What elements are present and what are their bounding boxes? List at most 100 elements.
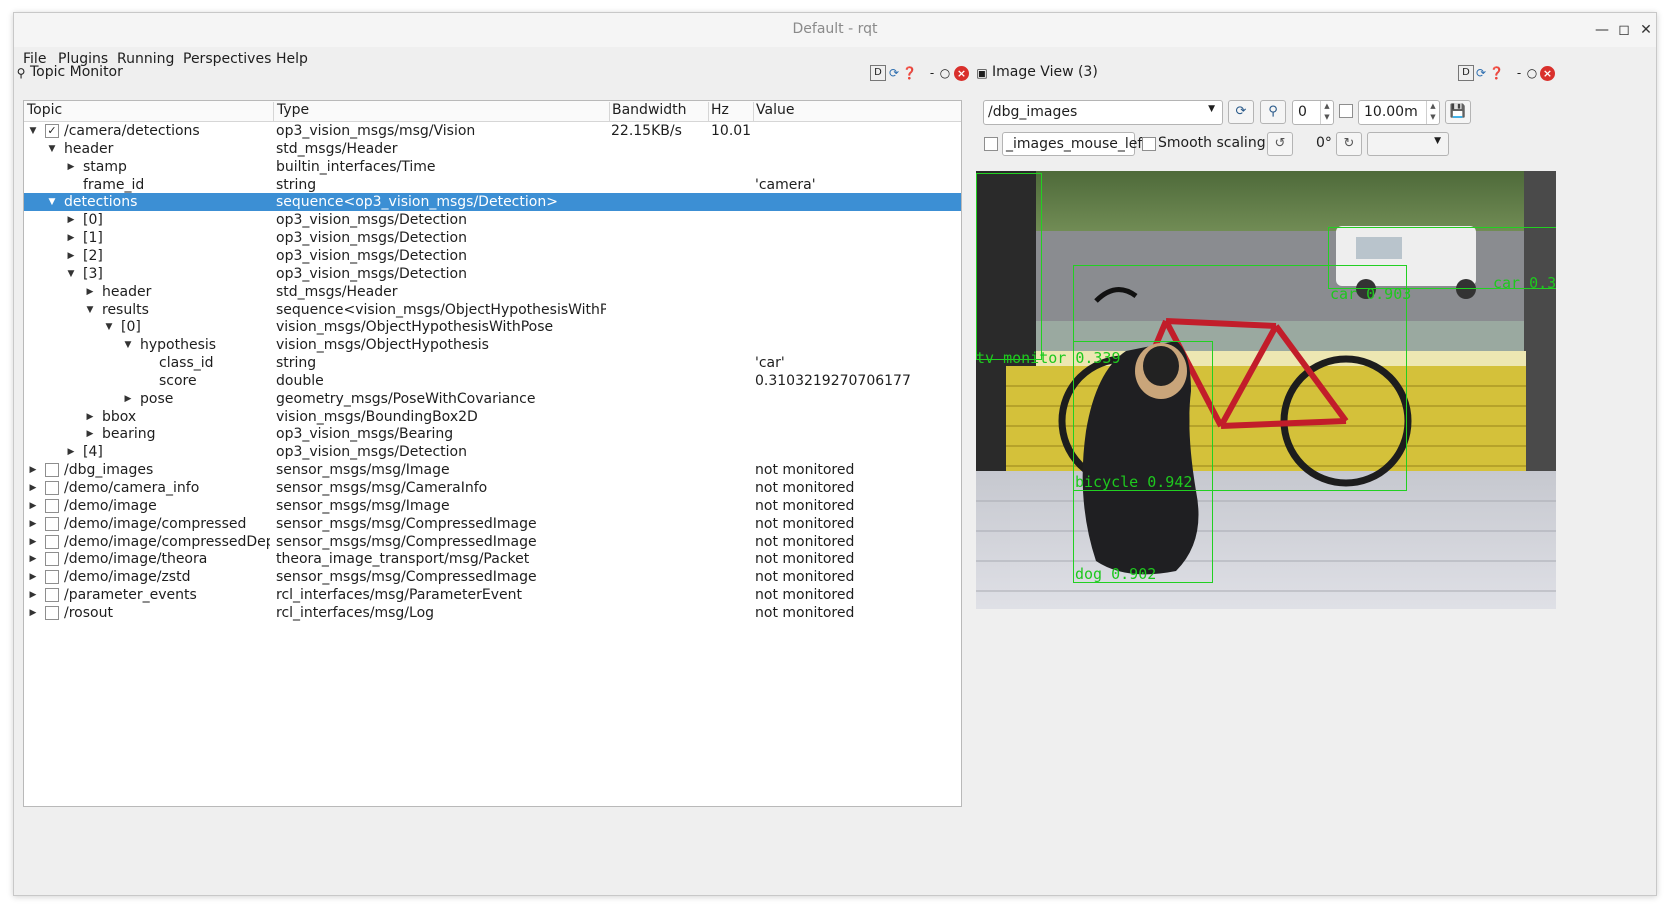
chevron-down-icon[interactable]: ▼	[85, 301, 95, 319]
chevron-down-icon[interactable]: ▼	[66, 265, 76, 283]
minimize-dock-icon[interactable]: -	[1514, 65, 1524, 81]
table-row[interactable]: ▼ [0] vision_msgs/ObjectHypothesisWithPose	[24, 318, 961, 336]
topic-tree[interactable]: Topic Type Bandwidth Hz Value ▼ ✓ /camera/…	[23, 100, 962, 807]
close-icon[interactable]: ×	[954, 66, 969, 81]
float-icon[interactable]: ○	[939, 65, 951, 81]
table-row[interactable]: ▶ /demo/image/zstd sensor_msgs/msg/Compres…	[24, 568, 961, 586]
column-bandwidth[interactable]: Bandwidth	[609, 102, 709, 121]
chevron-right-icon[interactable]: ▶	[28, 586, 38, 604]
chevron-right-icon[interactable]: ▶	[28, 461, 38, 479]
table-row[interactable]: ▶ /rosout rcl_interfaces/msg/Log not monito…	[24, 604, 961, 622]
table-row[interactable]: ▼ results sequence<vision_msgs/ObjectHypot…	[24, 301, 961, 319]
refresh-icon[interactable]: ⟳	[1474, 65, 1488, 81]
table-row[interactable]: ▶ stamp builtin_interfaces/Time	[24, 158, 961, 176]
monitor-checkbox[interactable]	[45, 534, 59, 549]
chevron-right-icon[interactable]: ▶	[28, 568, 38, 586]
max-value-spinbox[interactable]: 10.00m ▲ ▼	[1358, 100, 1440, 125]
close-icon[interactable]: ×	[1540, 66, 1555, 81]
table-row[interactable]: ▼ [3] op3_vision_msgs/Detection	[24, 265, 961, 283]
chevron-right-icon[interactable]: ▶	[66, 211, 76, 229]
save-icon[interactable]: 💾	[1445, 100, 1471, 124]
spin-arrows-icon[interactable]: ▲ ▼	[1320, 101, 1333, 124]
d-icon[interactable]: D	[870, 65, 886, 81]
chevron-right-icon[interactable]: ▶	[28, 497, 38, 515]
float-icon[interactable]: ○	[1526, 65, 1538, 81]
column-type[interactable]: Type	[274, 102, 610, 121]
chevron-down-icon[interactable]: ▼	[28, 122, 38, 140]
table-row[interactable]: ▶ bearing op3_vision_msgs/Bearing	[24, 425, 961, 443]
table-row[interactable]: ▶ [0] op3_vision_msgs/Detection	[24, 211, 961, 229]
table-row[interactable]: ▼ detections sequence<op3_vision_msgs/Dete…	[24, 193, 961, 212]
table-row[interactable]: ▼ hypothesis vision_msgs/ObjectHypothesis	[24, 336, 961, 354]
chevron-down-icon[interactable]: ▼	[104, 318, 114, 336]
chevron-right-icon[interactable]: ▶	[66, 443, 76, 461]
chevron-right-icon[interactable]: ▶	[28, 604, 38, 622]
table-row[interactable]: frame_id string 'camera'	[24, 176, 961, 194]
maximize-icon[interactable]: ◻	[1613, 19, 1635, 41]
chevron-right-icon[interactable]: ▶	[85, 283, 95, 301]
minimize-dock-icon[interactable]: -	[927, 65, 937, 81]
chevron-down-icon[interactable]: ▼	[123, 336, 133, 354]
table-row[interactable]: ▶ /demo/image/theora theora_image_transpor…	[24, 550, 961, 568]
table-row[interactable]: ▶ [1] op3_vision_msgs/Detection	[24, 229, 961, 247]
color-scheme-select[interactable]: ▼	[1367, 132, 1449, 156]
table-row[interactable]: ▼ header std_msgs/Header	[24, 140, 961, 158]
chevron-right-icon[interactable]: ▶	[66, 158, 76, 176]
table-row[interactable]: ▶ /demo/image/compressedDepth sensor_msgs/…	[24, 533, 961, 551]
chevron-right-icon[interactable]: ▶	[28, 550, 38, 568]
monitor-checkbox[interactable]	[45, 570, 59, 585]
spin-arrows-icon[interactable]: ▲ ▼	[1426, 101, 1439, 124]
table-row[interactable]: ▶ /dbg_images sensor_msgs/msg/Image not mon…	[24, 461, 961, 479]
help-icon[interactable]: ❓	[1489, 65, 1504, 81]
table-row[interactable]: class_id string 'car'	[24, 354, 961, 372]
chevron-down-icon[interactable]: ▼	[47, 140, 57, 158]
table-row[interactable]: ▶ /demo/image sensor_msgs/msg/Image not mon…	[24, 497, 961, 515]
table-row[interactable]: ▶ [2] op3_vision_msgs/Detection	[24, 247, 961, 265]
column-hz[interactable]: Hz	[708, 102, 754, 121]
mouse-topic-input[interactable]: _images_mouse_left	[1002, 132, 1148, 156]
chevron-right-icon[interactable]: ▶	[28, 479, 38, 497]
monitor-checkbox[interactable]	[45, 498, 59, 513]
table-row[interactable]: ▶ [4] op3_vision_msgs/Detection	[24, 443, 961, 461]
refresh-topics-button[interactable]: ⟳	[1228, 100, 1254, 124]
chevron-right-icon[interactable]: ▶	[123, 390, 133, 408]
monitor-checkbox[interactable]	[45, 516, 59, 531]
camera-image[interactable]: car 0.903 car 0.3 tv monitor 0.339 bicyc…	[976, 171, 1556, 609]
table-row[interactable]: ▶ header std_msgs/Header	[24, 283, 961, 301]
minimize-icon[interactable]: —	[1591, 19, 1613, 41]
smooth-scaling-checkbox[interactable]	[1142, 137, 1156, 151]
rotate-right-icon[interactable]: ↻	[1336, 132, 1362, 156]
chevron-right-icon[interactable]: ▶	[66, 247, 76, 265]
chevron-right-icon[interactable]: ▶	[28, 515, 38, 533]
max-value-checkbox[interactable]	[1339, 104, 1353, 118]
d-icon[interactable]: D	[1458, 65, 1474, 81]
chevron-down-icon[interactable]: ▼	[47, 193, 57, 211]
chevron-right-icon[interactable]: ▶	[85, 425, 95, 443]
table-row[interactable]: ▼ ✓ /camera/detections op3_vision_msgs/msg/…	[24, 122, 961, 140]
monitor-checkbox[interactable]	[45, 552, 59, 567]
number-spinbox[interactable]: 0 ▲ ▼	[1292, 100, 1334, 125]
table-row[interactable]: score double 0.3103219270706177	[24, 372, 961, 390]
chevron-right-icon[interactable]: ▶	[66, 229, 76, 247]
table-row[interactable]: ▶ /demo/camera_info sensor_msgs/msg/Camera…	[24, 479, 961, 497]
help-icon[interactable]: ❓	[902, 65, 917, 81]
chevron-right-icon[interactable]: ▶	[85, 408, 95, 426]
monitor-checkbox[interactable]	[45, 588, 59, 603]
monitor-checkbox[interactable]: ✓	[45, 124, 59, 138]
table-row[interactable]: ▶ /parameter_events rcl_interfaces/msg/Par…	[24, 586, 961, 604]
rotate-left-icon[interactable]: ↺	[1267, 132, 1293, 156]
table-row[interactable]: ▶ bbox vision_msgs/BoundingBox2D	[24, 408, 961, 426]
close-window-icon[interactable]: ✕	[1635, 19, 1657, 41]
refresh-icon[interactable]: ⟳	[887, 65, 901, 81]
column-topic[interactable]: Topic	[24, 102, 274, 121]
monitor-checkbox[interactable]	[45, 481, 59, 495]
monitor-checkbox[interactable]	[45, 605, 59, 620]
monitor-checkbox[interactable]	[45, 463, 59, 478]
topic-select[interactable]: /dbg_images ▼	[983, 100, 1223, 125]
chevron-right-icon[interactable]: ▶	[28, 533, 38, 551]
table-row[interactable]: ▶ pose geometry_msgs/PoseWithCovariance	[24, 390, 961, 408]
table-row[interactable]: ▶ /demo/image/compressed sensor_msgs/msg/C…	[24, 515, 961, 533]
column-value[interactable]: Value	[753, 102, 960, 121]
zoom-icon[interactable]: ⚲	[1260, 100, 1286, 124]
mouse-publish-checkbox[interactable]	[984, 137, 998, 151]
